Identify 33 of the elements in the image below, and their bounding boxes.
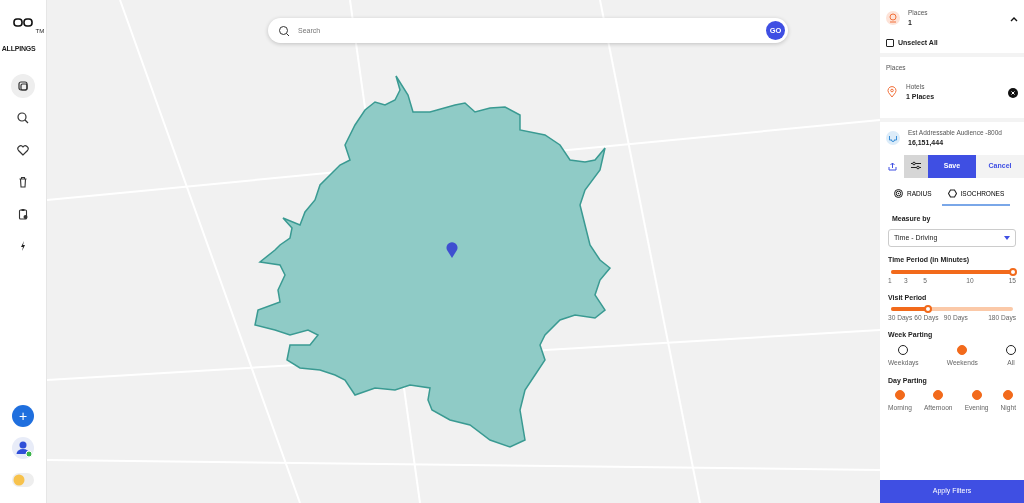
radio-button[interactable] bbox=[1003, 390, 1014, 401]
slider-track[interactable] bbox=[891, 307, 1013, 312]
checkbox[interactable] bbox=[886, 39, 894, 48]
audience-icon bbox=[886, 131, 900, 146]
radio-button[interactable] bbox=[1006, 344, 1016, 355]
upload-icon[interactable] bbox=[887, 161, 897, 171]
user-avatar-icon[interactable] bbox=[12, 436, 34, 459]
caret-icon bbox=[1004, 235, 1010, 240]
sidebar-item[interactable] bbox=[11, 74, 35, 98]
add-button[interactable]: + bbox=[12, 405, 34, 427]
radio-button[interactable] bbox=[894, 390, 905, 401]
radio-button[interactable] bbox=[957, 344, 968, 355]
location-pin-icon bbox=[886, 86, 898, 99]
remove-icon[interactable] bbox=[1008, 88, 1018, 98]
logo-icon bbox=[13, 18, 33, 28]
slider-handle[interactable] bbox=[923, 305, 932, 314]
radio-button[interactable] bbox=[933, 390, 944, 401]
search-icon bbox=[16, 111, 30, 125]
slider-handle[interactable] bbox=[1009, 267, 1017, 276]
radius-icon bbox=[894, 188, 903, 198]
radio-button[interactable] bbox=[898, 344, 909, 355]
search-icon bbox=[278, 24, 290, 37]
map-pin-icon[interactable] bbox=[446, 242, 458, 258]
clipboard-icon bbox=[16, 207, 30, 221]
sliders-icon bbox=[911, 161, 921, 171]
heart-icon bbox=[16, 143, 30, 157]
radio-button[interactable] bbox=[971, 390, 982, 401]
hexagon-icon bbox=[947, 188, 957, 198]
chevron-icon bbox=[1010, 15, 1018, 22]
filter-button[interactable] bbox=[904, 154, 928, 178]
theme-toggle[interactable] bbox=[12, 472, 34, 487]
layers-icon bbox=[16, 79, 30, 93]
person-pin-icon bbox=[886, 11, 900, 25]
